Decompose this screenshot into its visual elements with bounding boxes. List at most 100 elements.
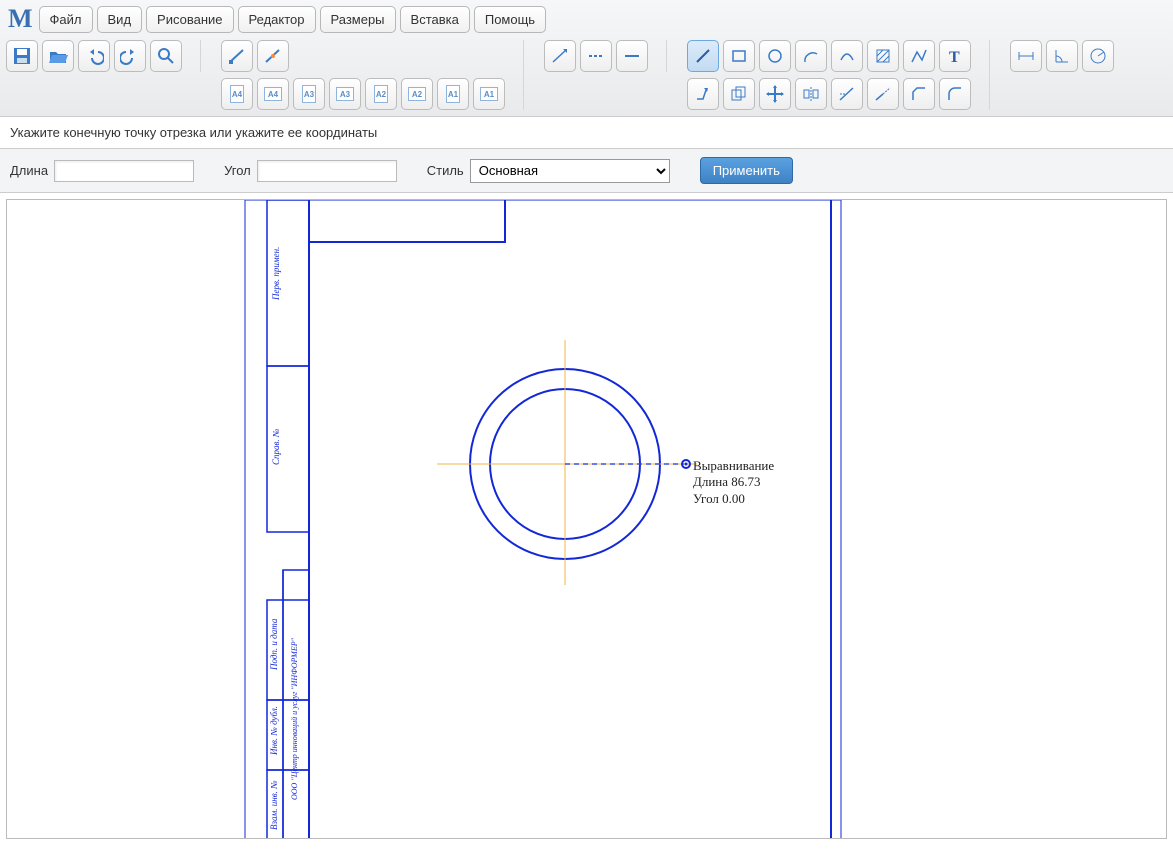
- fillet-icon: [945, 84, 965, 104]
- polyline-icon: [909, 46, 929, 66]
- dim-angular-button[interactable]: [1046, 40, 1078, 72]
- draw-rect-button[interactable]: [723, 40, 755, 72]
- svg-text:T: T: [949, 49, 960, 66]
- topbar: M Файл Вид Рисование Редактор Размеры Вс…: [0, 0, 1173, 117]
- solid-line-icon: [622, 46, 642, 66]
- edit-rotate-button[interactable]: [687, 78, 719, 110]
- line-icon: [693, 46, 713, 66]
- zoom-button[interactable]: [150, 40, 182, 72]
- edit-extend-button[interactable]: [867, 78, 899, 110]
- draw-circle-button[interactable]: [759, 40, 791, 72]
- paper-a1-landscape[interactable]: А1: [473, 78, 505, 110]
- menu-file[interactable]: Файл: [39, 6, 93, 33]
- arc2-icon: [837, 46, 857, 66]
- circle-icon: [765, 46, 785, 66]
- style-label: Стиль: [427, 163, 464, 178]
- undo-button[interactable]: [78, 40, 110, 72]
- apply-button[interactable]: Применить: [700, 157, 793, 184]
- copy-icon: [729, 84, 749, 104]
- mirror-icon: [801, 84, 821, 104]
- tool-group-linestyle: [544, 40, 667, 72]
- command-prompt: Укажите конечную точку отрезка или укажи…: [0, 117, 1173, 149]
- menu-help[interactable]: Помощь: [474, 6, 546, 33]
- open-button[interactable]: [42, 40, 74, 72]
- redo-icon: [120, 46, 140, 66]
- dashed-line-icon: [586, 46, 606, 66]
- cursor-tooltip: Выравнивание Длина 86.73 Угол 0.00: [693, 458, 774, 507]
- edit-trim-button[interactable]: [831, 78, 863, 110]
- draw-line-button[interactable]: [687, 40, 719, 72]
- zoom-icon: [156, 46, 176, 66]
- paper-a3-portrait[interactable]: А3: [293, 78, 325, 110]
- hatch-icon: [873, 46, 893, 66]
- edit-copy-button[interactable]: [723, 78, 755, 110]
- tool-group-file: [6, 40, 201, 72]
- menu-editor[interactable]: Редактор: [238, 6, 316, 33]
- drawing-svg: Перв. примен. Справ. № Подп. и дата Инв.…: [7, 200, 1166, 838]
- chamfer-icon: [909, 84, 929, 104]
- paper-a4-landscape[interactable]: А4: [257, 78, 289, 110]
- tool-group-dim: [1010, 40, 1114, 72]
- paper-a1-portrait[interactable]: А1: [437, 78, 469, 110]
- save-button[interactable]: [6, 40, 38, 72]
- draw-arc1-button[interactable]: [795, 40, 827, 72]
- edit-mirror-button[interactable]: [795, 78, 827, 110]
- dim-linear-button[interactable]: [1010, 40, 1042, 72]
- tooltip-length: Длина 86.73: [693, 474, 774, 490]
- arrow-line-icon: [550, 46, 570, 66]
- menu-insert[interactable]: Вставка: [400, 6, 470, 33]
- edit-chamfer-button[interactable]: [903, 78, 935, 110]
- tool-groups: А4 А4 А3 А3 А2 А2 А1 А1: [6, 40, 1114, 110]
- rect-icon: [729, 46, 749, 66]
- snap-endpoint-button[interactable]: [221, 40, 253, 72]
- angle-label: Угол: [224, 163, 251, 178]
- edit-move-button[interactable]: [759, 78, 791, 110]
- undo-icon: [84, 46, 104, 66]
- draw-arc2-button[interactable]: [831, 40, 863, 72]
- length-input-group: Длина: [10, 160, 194, 182]
- draw-text-button[interactable]: T: [939, 40, 971, 72]
- style-select[interactable]: Основная: [470, 159, 670, 183]
- menu-view[interactable]: Вид: [97, 6, 143, 33]
- snap-endpoint-icon: [227, 46, 247, 66]
- angle-input-group: Угол: [224, 160, 397, 182]
- draw-polyline-button[interactable]: [903, 40, 935, 72]
- titleblock-t1: Перв. примен.: [271, 247, 281, 301]
- text-icon: T: [945, 46, 965, 66]
- titleblock-t5: Взам. инв. №: [269, 780, 279, 830]
- linestyle-solid-button[interactable]: [616, 40, 648, 72]
- snap-midpoint-icon: [263, 46, 283, 66]
- paper-a2-landscape[interactable]: А2: [401, 78, 433, 110]
- snap-midpoint-button[interactable]: [257, 40, 289, 72]
- draw-hatch-button[interactable]: [867, 40, 899, 72]
- dim-linear-icon: [1016, 46, 1036, 66]
- rotate-icon: [693, 84, 713, 104]
- length-label: Длина: [10, 163, 48, 178]
- style-input-group: Стиль Основная: [427, 159, 670, 183]
- arc1-icon: [801, 46, 821, 66]
- redo-button[interactable]: [114, 40, 146, 72]
- menu-row: M Файл Вид Рисование Редактор Размеры Вс…: [6, 4, 1114, 34]
- linestyle-dashed-button[interactable]: [580, 40, 612, 72]
- save-icon: [12, 46, 32, 66]
- dim-radius-button[interactable]: [1082, 40, 1114, 72]
- dim-angular-icon: [1052, 46, 1072, 66]
- menu-drawing[interactable]: Рисование: [146, 6, 233, 33]
- length-input[interactable]: [54, 160, 194, 182]
- edit-fillet-button[interactable]: [939, 78, 971, 110]
- drawing-canvas[interactable]: Перв. примен. Справ. № Подп. и дата Инв.…: [6, 199, 1167, 839]
- titleblock-t3: Подп. и дата: [269, 618, 279, 671]
- menu-dimensions[interactable]: Размеры: [320, 6, 396, 33]
- paper-a3-landscape[interactable]: А3: [329, 78, 361, 110]
- paper-a2-portrait[interactable]: А2: [365, 78, 397, 110]
- paper-a4-portrait[interactable]: А4: [221, 78, 253, 110]
- extend-icon: [873, 84, 893, 104]
- angle-input[interactable]: [257, 160, 397, 182]
- titleblock-t4: Инв. № дубл.: [269, 706, 279, 756]
- app-logo: M: [6, 4, 35, 34]
- dim-radius-icon: [1088, 46, 1108, 66]
- linestyle-arrow-button[interactable]: [544, 40, 576, 72]
- titleblock-t2: Справ. №: [271, 429, 281, 465]
- move-icon: [765, 84, 785, 104]
- tooltip-snapmode: Выравнивание: [693, 458, 774, 474]
